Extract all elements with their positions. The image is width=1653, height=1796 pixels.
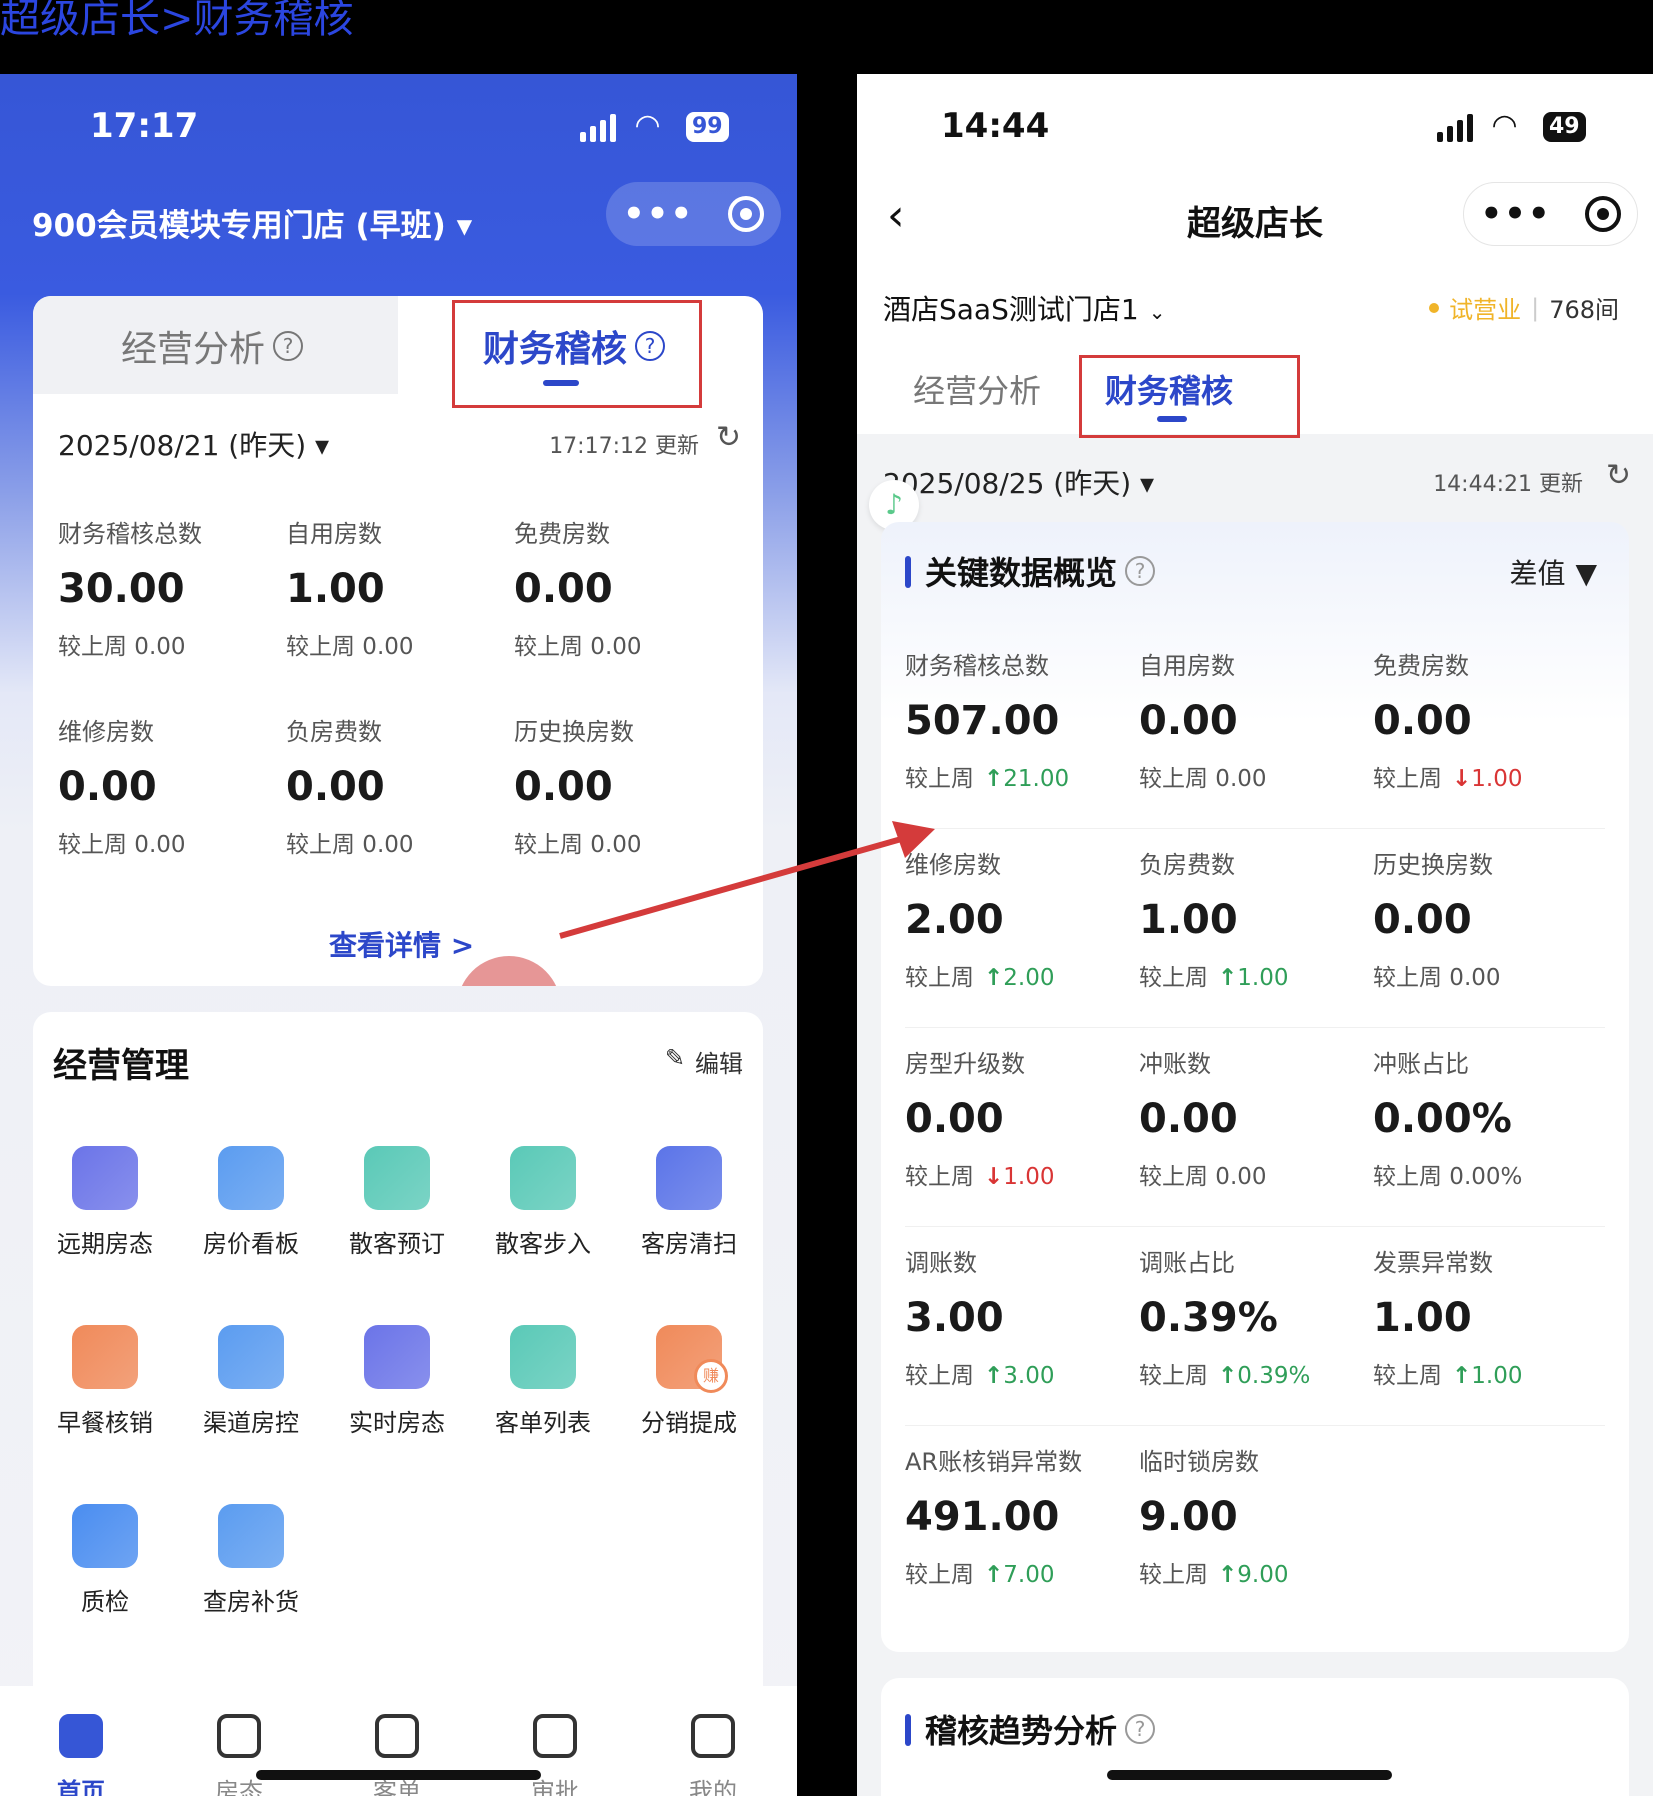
annotation-arrow [559,821,935,939]
arrow-line [559,835,906,939]
